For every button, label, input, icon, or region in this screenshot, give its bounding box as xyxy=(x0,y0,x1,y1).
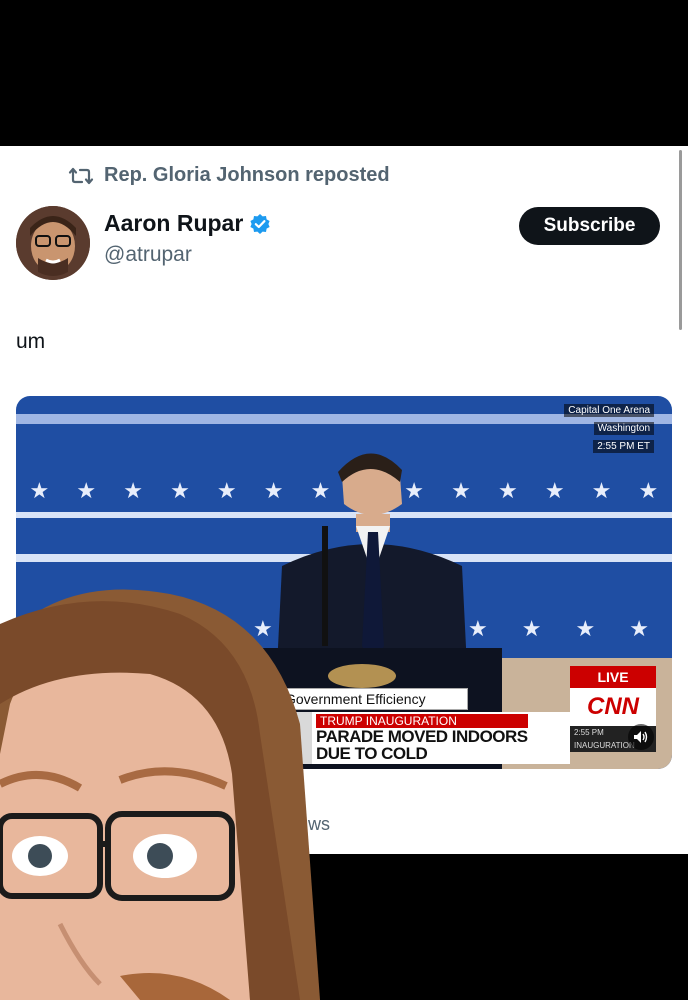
repost-indicator[interactable]: Rep. Gloria Johnson reposted xyxy=(68,164,390,187)
verified-badge-icon xyxy=(250,213,270,234)
creator-face-overlay xyxy=(0,589,320,1000)
author-handle[interactable]: @atrupar xyxy=(104,243,271,267)
location-bug: Capital One Arena xyxy=(564,404,654,417)
avatar-image xyxy=(16,206,90,280)
city-bug: Washington xyxy=(593,422,654,435)
repost-icon xyxy=(68,167,94,184)
time-bug: 2:55 PM ET xyxy=(593,440,654,453)
repost-label: Rep. Gloria Johnson reposted xyxy=(104,164,390,186)
volume-button[interactable] xyxy=(628,724,654,750)
chyron-headline-line-2: DUE TO COLD xyxy=(316,744,428,763)
avatar[interactable] xyxy=(16,206,90,280)
subscribe-button[interactable]: Subscribe xyxy=(519,207,660,245)
chyron-headline-line-1: PARADE MOVED INDOORS xyxy=(316,727,528,746)
tweet-text: um xyxy=(16,330,46,353)
speaker-volume-icon xyxy=(634,731,648,743)
author-display-name[interactable]: Aaron Rupar xyxy=(104,210,243,237)
live-badge: LIVE xyxy=(570,666,656,688)
chyron-kicker: TRUMP INAUGURATION xyxy=(316,714,528,728)
scrollbar[interactable] xyxy=(679,150,682,330)
chyron: Government Efficiency 🌡 TRUMP INAUGURATI… xyxy=(278,688,570,764)
top-black-bar xyxy=(0,0,688,146)
author-block[interactable]: Aaron Rupar @atrupar xyxy=(104,210,271,267)
cnn-logo: CNN xyxy=(570,688,656,726)
